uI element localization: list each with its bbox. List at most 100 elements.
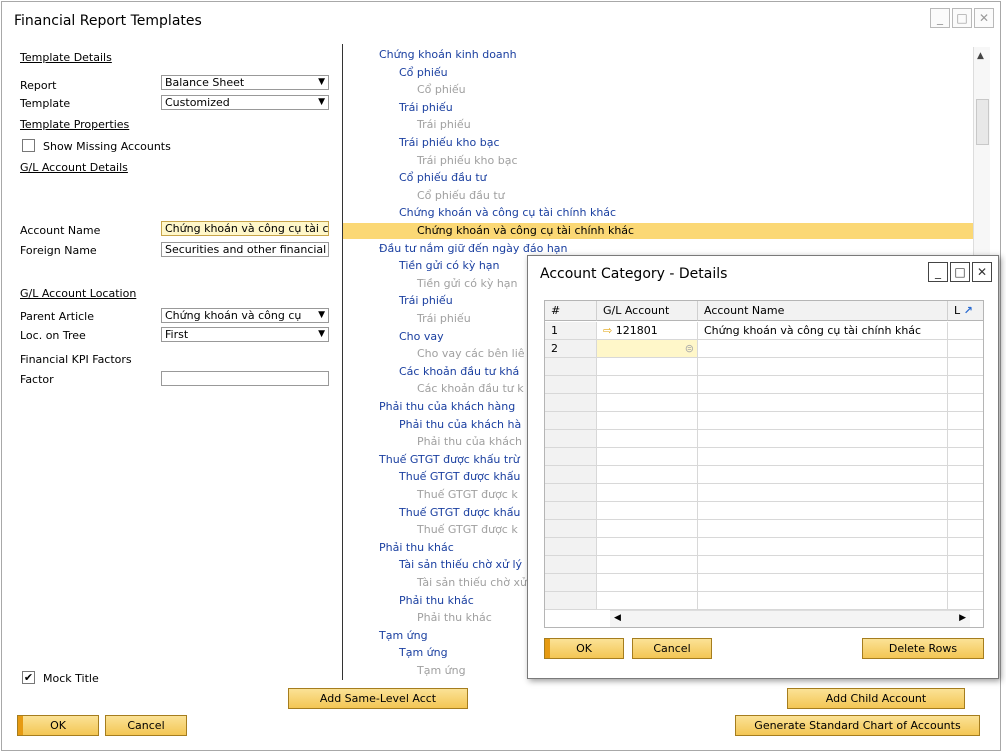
loc-on-tree-select[interactable]: First [161,327,329,342]
account-name-cell[interactable]: Chứng khoán và công cụ tài chính khác [698,322,948,340]
tree-node[interactable]: Chứng khoán và công cụ tài chính khác [343,223,973,239]
account-name-field[interactable]: Chứng khoán và công cụ tài chính khác [161,221,329,236]
close-icon[interactable]: ✕ [974,8,994,28]
scroll-up-icon[interactable]: ▲ [977,51,984,61]
tree-node[interactable]: Chứng khoán kinh doanh [379,47,517,63]
tree-node[interactable]: Cổ phiếu đầu tư [417,188,505,204]
tree-node[interactable]: Các khoản đầu tư khá [399,364,519,380]
empty-grid-cell[interactable] [948,484,983,502]
l-cell[interactable] [948,322,983,340]
empty-grid-cell[interactable] [698,538,948,556]
col-header-gl-account[interactable]: G/L Account [597,301,698,321]
tree-node[interactable]: Thuế GTGT được khấu [399,505,520,521]
empty-grid-cell[interactable] [698,484,948,502]
empty-grid-cell[interactable] [698,502,948,520]
tree-node[interactable]: Cho vay các bên liê [417,346,525,362]
empty-grid-cell[interactable] [698,448,948,466]
empty-grid-cell[interactable] [948,412,983,430]
empty-grid-cell[interactable] [948,448,983,466]
col-header-account-name[interactable]: Account Name [698,301,948,321]
tree-node[interactable]: Trái phiếu kho bạc [399,135,500,151]
generate-standard-chart-button[interactable]: Generate Standard Chart of Accounts [735,715,980,736]
factor-field[interactable] [161,371,329,386]
empty-grid-cell[interactable] [698,520,948,538]
tree-node[interactable]: Phải thu khác [399,593,474,609]
empty-grid-cell[interactable] [698,412,948,430]
minimize-icon[interactable]: _ [930,8,950,28]
empty-grid-cell[interactable] [597,484,698,502]
tree-node[interactable]: Phải thu của khách hàng [379,399,515,415]
grid-horizontal-scrollbar[interactable]: ◀ ▶ [610,610,970,627]
tree-node[interactable]: Tạm ứng [417,663,466,679]
empty-grid-cell[interactable] [948,520,983,538]
empty-grid-cell[interactable] [597,358,698,376]
empty-grid-cell[interactable] [597,394,698,412]
empty-grid-cell[interactable] [597,520,698,538]
empty-grid-cell[interactable] [545,592,597,610]
delete-rows-button[interactable]: Delete Rows [862,638,984,659]
empty-grid-cell[interactable] [597,592,698,610]
tree-node[interactable]: Cho vay [399,329,444,345]
scroll-left-icon[interactable]: ◀ [614,613,621,623]
mock-title-checkbox[interactable]: ✔ [22,671,35,684]
row-num[interactable]: 1 [545,322,597,340]
expand-arrow-icon[interactable]: ↗ [964,304,973,317]
empty-grid-cell[interactable] [545,376,597,394]
tree-node[interactable]: Trái phiếu [417,117,471,133]
empty-grid-cell[interactable] [545,574,597,592]
choose-from-list-icon[interactable]: ⊜ [685,340,694,357]
empty-grid-cell[interactable] [545,412,597,430]
empty-grid-cell[interactable] [597,466,698,484]
tree-node[interactable]: Phải thu của khách [417,434,522,450]
tree-node[interactable]: Tài sản thiếu chờ xử [417,575,527,591]
empty-grid-cell[interactable] [948,394,983,412]
tree-node[interactable]: Cổ phiếu [417,82,466,98]
gl-account-cell[interactable]: ⇨ 121801 [597,322,698,340]
maximize-icon[interactable]: □ [952,8,972,28]
scroll-right-icon[interactable]: ▶ [959,613,966,623]
tree-node[interactable]: Thuế GTGT được k [417,487,518,503]
tree-node[interactable]: Tạm ứng [399,645,448,661]
tree-node[interactable]: Tiền gửi có kỳ hạn [417,276,518,292]
add-same-level-acct-button[interactable]: Add Same-Level Acct [288,688,468,709]
ok-button[interactable]: OK [17,715,99,736]
empty-grid-cell[interactable] [948,430,983,448]
dialog-cancel-button[interactable]: Cancel [632,638,712,659]
add-child-account-button[interactable]: Add Child Account [787,688,965,709]
tree-node[interactable]: Các khoản đầu tư k [417,381,524,397]
tree-node[interactable]: Tạm ứng [379,628,428,644]
tree-node[interactable]: Thuế GTGT được khấu trừ [379,452,520,468]
empty-grid-cell[interactable] [698,430,948,448]
empty-grid-cell[interactable] [698,574,948,592]
account-name-cell[interactable] [698,340,948,358]
empty-grid-cell[interactable] [948,358,983,376]
empty-grid-cell[interactable] [948,574,983,592]
show-missing-accounts-checkbox[interactable] [22,139,35,152]
empty-grid-cell[interactable] [597,538,698,556]
dialog-maximize-icon[interactable]: □ [950,262,970,282]
scroll-thumb[interactable] [976,99,989,145]
report-select[interactable]: Balance Sheet [161,75,329,90]
dialog-minimize-icon[interactable]: _ [928,262,948,282]
empty-grid-cell[interactable] [545,484,597,502]
dialog-close-icon[interactable]: ✕ [972,262,992,282]
row-num[interactable]: 2 [545,340,597,358]
empty-grid-cell[interactable] [698,466,948,484]
tree-node[interactable]: Trái phiếu kho bạc [417,153,518,169]
empty-grid-cell[interactable] [948,376,983,394]
empty-grid-cell[interactable] [545,430,597,448]
col-header-num[interactable]: # [545,301,597,321]
cancel-button[interactable]: Cancel [105,715,187,736]
empty-grid-cell[interactable] [698,358,948,376]
empty-grid-cell[interactable] [948,466,983,484]
empty-grid-cell[interactable] [545,358,597,376]
empty-grid-cell[interactable] [545,394,597,412]
gl-account-input[interactable]: ⊜ [597,340,698,358]
tree-node[interactable]: Phải thu của khách hà [399,417,521,433]
col-header-l[interactable]: L ↗ [948,301,983,321]
tree-node[interactable]: Chứng khoán và công cụ tài chính khác [399,205,616,221]
empty-grid-cell[interactable] [597,556,698,574]
tree-node[interactable]: Trái phiếu [399,293,453,309]
empty-grid-cell[interactable] [597,574,698,592]
empty-grid-cell[interactable] [545,466,597,484]
